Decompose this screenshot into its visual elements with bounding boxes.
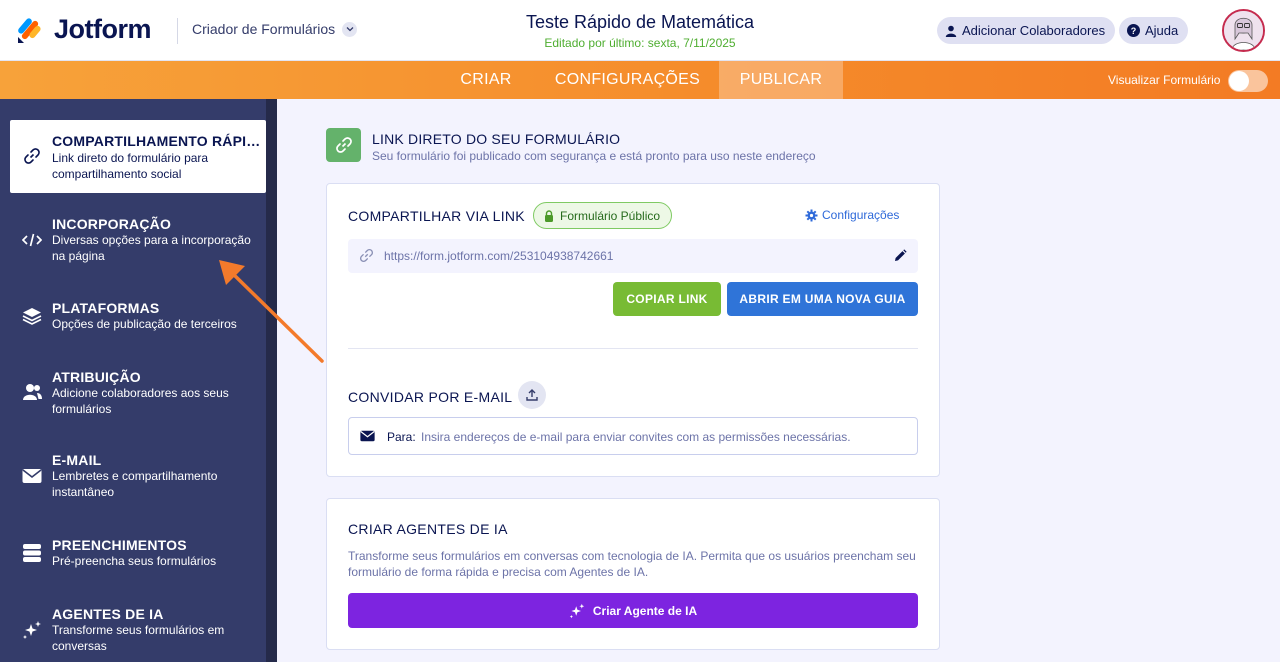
form-title[interactable]: Teste Rápido de Matemática [440,12,840,33]
sidebar-item-desc: Adicione colaboradores aos seus formulár… [52,386,229,416]
sidebar-item-ai-agents[interactable]: AGENTES DE IA Transforme seus formulário… [10,599,266,662]
preview-form-toggle[interactable] [1228,70,1268,92]
sidebar-item-title: AGENTES DE IA [52,606,164,622]
link-settings-label: Configurações [822,208,900,222]
tab-criar-label: CRIAR [460,71,512,88]
sidebar-item-desc: Lembretes e compartilhamento instantâneo [52,469,218,499]
preview-form-label: Visualizar Formulário [1108,73,1221,87]
card-divider [348,348,918,349]
link-settings-button[interactable]: Configurações [805,208,899,222]
tab-publicar[interactable]: PUBLICAR [719,61,843,99]
prefill-icon [22,543,42,563]
section-subheading: Seu formulário foi publicado com seguran… [372,149,816,163]
email-input[interactable]: Insira endereços de e-mail para enviar c… [421,430,851,444]
create-ai-agent-button[interactable]: Criar Agente de IA [348,593,918,628]
builder-dropdown[interactable]: Criador de Formulários [192,21,358,37]
user-icon [945,25,957,37]
avatar[interactable] [1222,9,1265,52]
users-icon [22,382,42,402]
sidebar-item-title: PREENCHIMENTOS [52,537,187,553]
toggle-knob [1229,71,1249,91]
sidebar-item-title: E-MAIL [52,452,102,468]
link-icon [22,146,42,166]
open-new-tab-button[interactable]: ABRIR EM UMA NOVA GUIA [727,282,918,316]
builder-label: Criador de Formulários [192,21,336,37]
link-icon [359,248,374,263]
sparkle-icon [569,603,585,618]
sidebar-item-desc: Pré-preencha seus formulários [52,554,217,568]
help-label: Ajuda [1145,23,1179,38]
last-edited: Editado por último: sexta, 7/11/2025 [544,36,736,50]
envelope-icon [360,430,375,442]
top-header: Jotform Criador de Formulários Teste Ráp… [0,0,1280,61]
tab-publicar-label: PUBLICAR [739,71,823,88]
share-via-link-title: COMPARTILHAR VIA LINK [348,208,525,224]
sparkle-icon [22,620,42,640]
public-form-badge: Formulário Público [533,202,673,229]
logo-text: Jotform [54,14,152,44]
sidebar-item-prefill[interactable]: PREENCHIMENTOS Pré-preencha seus formulá… [10,530,266,590]
sidebar-item-assignment[interactable]: ATRIBUIÇÃO Adicione colaboradores aos se… [10,362,266,432]
create-ai-agent-label: Criar Agente de IA [592,603,698,618]
tab-configuracoes[interactable]: CONFIGURAÇÕES [536,61,719,99]
jotform-logo[interactable]: Jotform [16,14,152,45]
form-url-field[interactable]: https://form.jotform.com/253104938742661 [348,239,918,273]
ai-agents-title: CRIAR AGENTES DE IA [348,521,508,537]
code-icon [22,230,42,250]
add-collaborators-button[interactable]: Adicionar Colaboradores [937,17,1116,44]
header-divider [177,18,178,44]
upload-emails-button[interactable] [518,381,546,409]
sidebar-item-title: COMPARTILHAMENTO RÁPIDO [52,133,262,149]
sidebar-item-quick-share[interactable]: COMPARTILHAMENTO RÁPIDO Link direto do f… [10,120,266,193]
help-button[interactable]: ? Ajuda [1119,17,1189,44]
sidebar-item-title: ATRIBUIÇÃO [52,369,141,385]
publish-sidebar: COMPARTILHAMENTO RÁPIDO Link direto do f… [0,99,277,662]
sidebar-item-email[interactable]: E-MAIL Lembretes e compartilhamento inst… [10,445,266,515]
invite-email-field[interactable]: Para: Insira endereços de e-mail para en… [348,417,918,455]
link-icon [335,137,352,153]
direct-link-badge [326,128,361,162]
lock-icon [545,209,553,222]
gear-icon [805,209,818,221]
invite-by-email-title: CONVIDAR POR E-MAIL [348,389,513,405]
layers-icon [22,306,42,326]
upload-icon [526,389,538,401]
jotform-logo-icon [18,17,41,43]
add-collaborators-label: Adicionar Colaboradores [962,23,1106,38]
chevron-down-icon [342,21,358,37]
section-heading: LINK DIRETO DO SEU FORMULÁRIO [372,131,621,147]
sidebar-item-desc: Link direto do formulário para compartil… [52,151,209,181]
tab-configuracoes-label: CONFIGURAÇÕES [554,71,701,88]
form-title-block: Teste Rápido de Matemática Editado por ú… [440,12,840,50]
email-to-label: Para: [387,430,416,444]
form-url[interactable]: https://form.jotform.com/253104938742661 [384,249,613,263]
publish-navbar: CRIAR CONFIGURAÇÕES PUBLICAR Visualizar … [0,61,1280,99]
avatar-illustration-icon [1224,11,1263,50]
tab-criar[interactable]: CRIAR [436,61,536,99]
edit-pencil-icon[interactable] [893,249,907,263]
sidebar-scrollbar[interactable] [266,99,277,662]
envelope-icon [22,466,42,486]
copy-link-button[interactable]: COPIAR LINK [613,282,721,316]
sidebar-item-title: INCORPORAÇÃO [52,216,172,232]
ai-agents-description: Transforme seus formulários em conversas… [348,549,916,579]
help-icon: ? [1127,24,1140,37]
svg-text:?: ? [1131,26,1137,36]
annotation-arrow-icon [219,260,324,363]
public-form-label: Formulário Público [560,208,661,223]
sidebar-item-desc: Transforme seus formulários em conversas [52,623,225,653]
